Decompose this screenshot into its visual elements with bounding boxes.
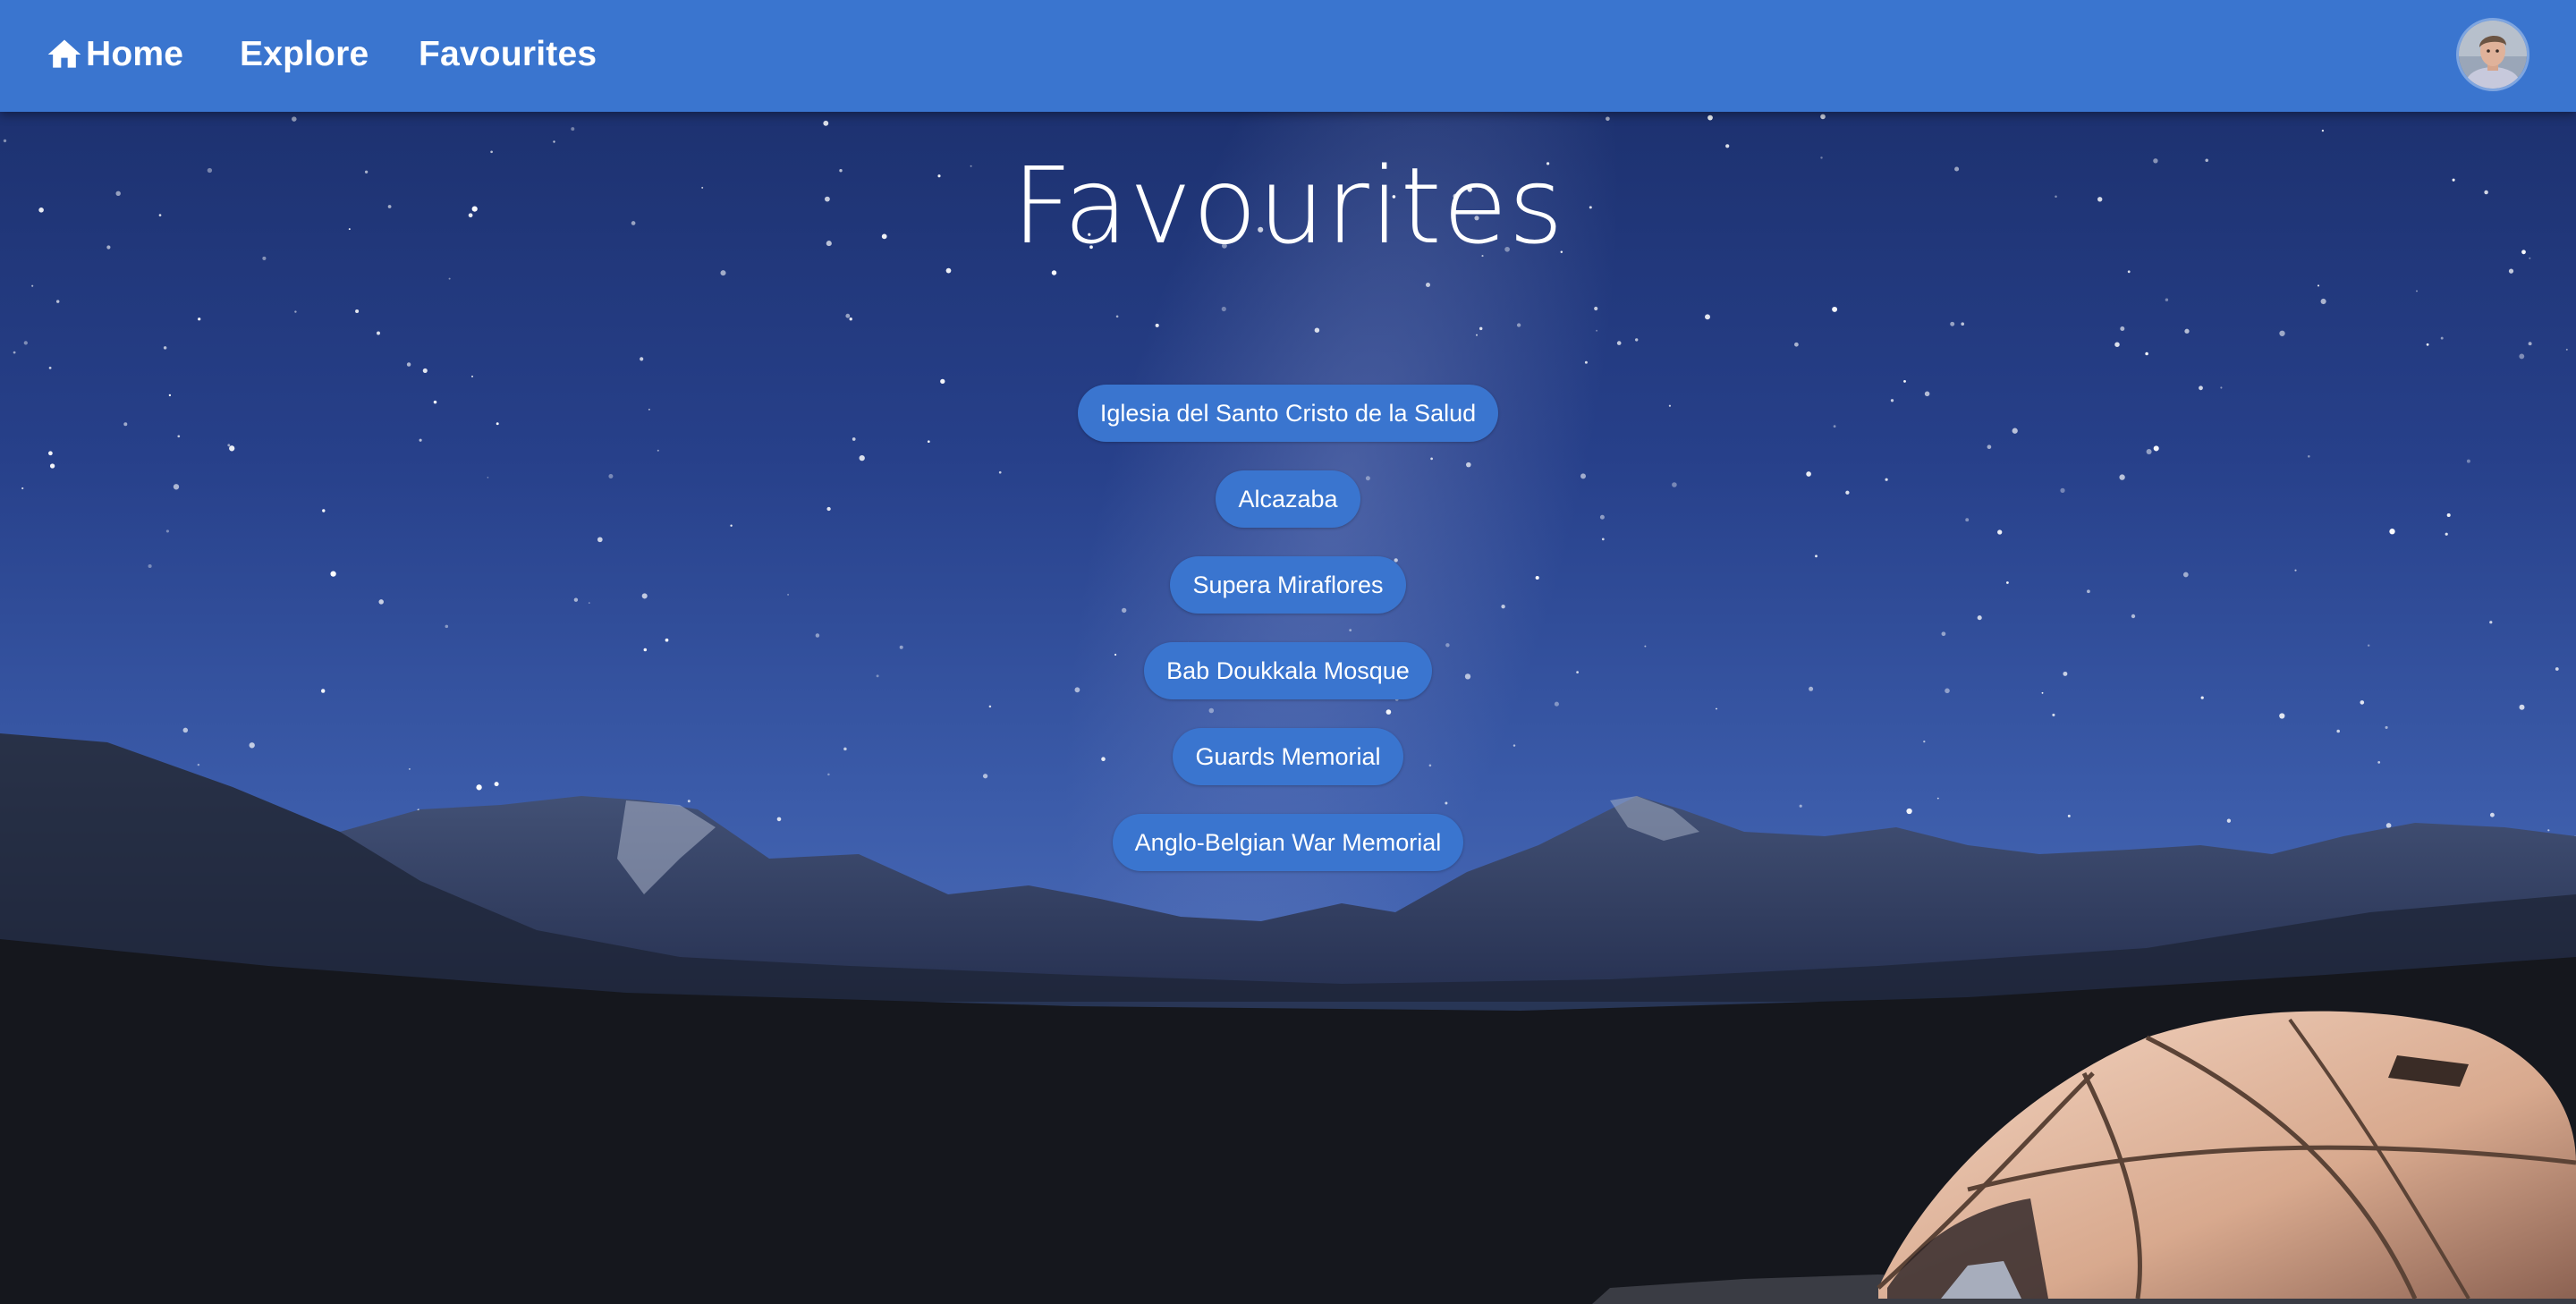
page-title: Favourites [1012,144,1564,267]
user-avatar[interactable] [2456,18,2529,91]
favourite-item[interactable]: Iglesia del Santo Cristo de la Salud [1077,385,1499,442]
app-page: Home Explore Favourites Favourites Igles… [0,0,2576,1304]
nav-home-link[interactable]: Home [45,30,183,80]
favourite-item[interactable]: Alcazaba [1216,470,1360,528]
favourite-item[interactable]: Supera Miraflores [1170,556,1406,614]
nav-home-label: Home [86,35,184,73]
favourites-list: Iglesia del Santo Cristo de la Salud Alc… [0,385,2576,900]
favourite-item[interactable]: Bab Doukkala Mosque [1144,642,1432,699]
favourite-item[interactable]: Guards Memorial [1173,728,1403,785]
favourite-item[interactable]: Anglo-Belgian War Memorial [1112,814,1464,871]
avatar-icon [2459,21,2527,89]
top-navbar: Home Explore Favourites [0,0,2576,112]
nav-explore-link[interactable]: Explore [240,30,369,80]
home-icon [47,39,81,68]
nav-favourites-link[interactable]: Favourites [419,30,597,80]
